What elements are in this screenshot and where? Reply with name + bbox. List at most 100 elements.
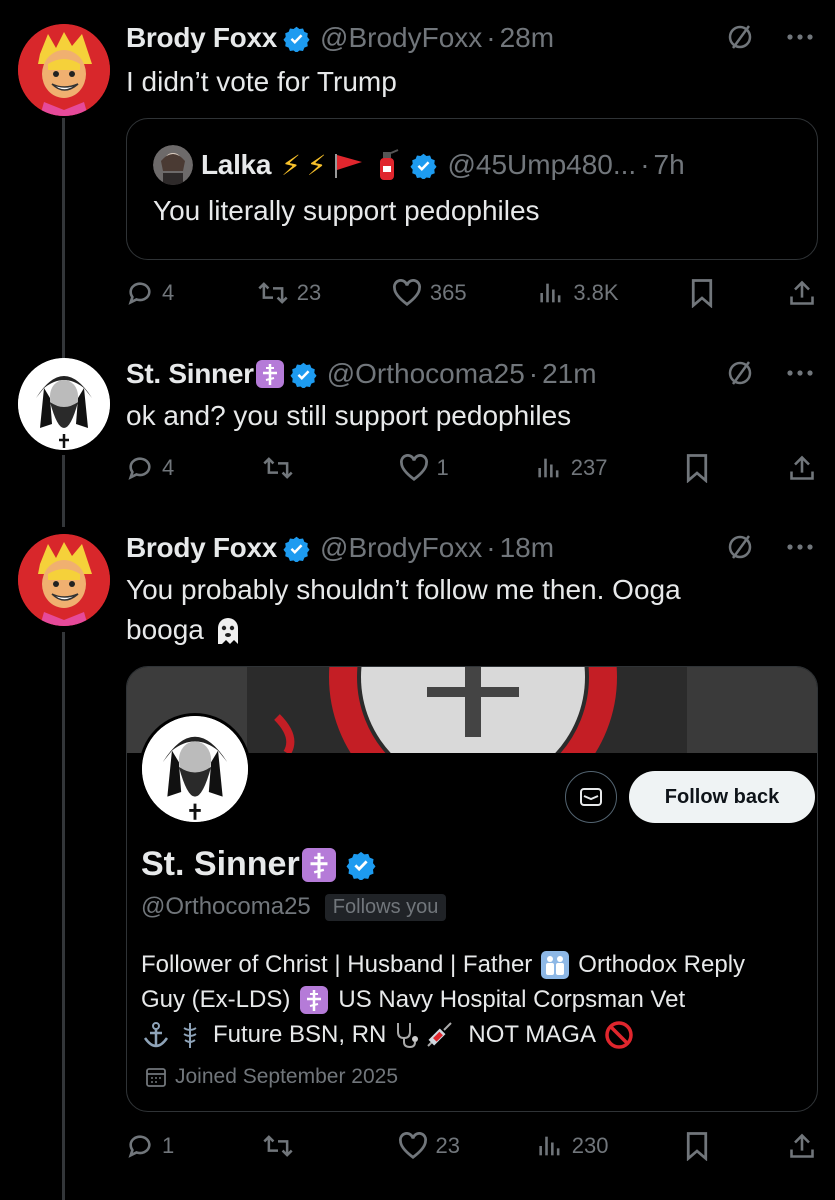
quoted-tweet[interactable]: Lalka ⚡ ⚡ @45Ump480... · 7h You literall… bbox=[126, 118, 818, 260]
verified-badge-icon bbox=[410, 153, 438, 179]
bio-text: Orthodox Reply bbox=[578, 951, 746, 978]
timestamp[interactable]: 21m bbox=[542, 358, 596, 390]
action-bar: 4 23 365 3.8K bbox=[126, 273, 816, 313]
orthodox-cross-icon bbox=[300, 985, 329, 1014]
calendar-icon bbox=[146, 1068, 166, 1087]
lightning-icon: ⚡ bbox=[306, 149, 327, 181]
profile-card[interactable]: Follow back St. Sinner @Orthocoma25 Foll… bbox=[126, 666, 818, 1112]
repost-icon bbox=[263, 457, 293, 479]
reply-count: 4 bbox=[162, 455, 175, 480]
orthodox-cross-icon bbox=[255, 360, 284, 388]
repost-icon bbox=[258, 282, 288, 304]
quoted-display-name[interactable]: Lalka bbox=[201, 149, 271, 181]
share-button[interactable] bbox=[788, 278, 816, 308]
views-button[interactable]: 237 bbox=[535, 454, 608, 482]
reply-icon bbox=[128, 457, 151, 480]
repost-button[interactable] bbox=[262, 1132, 322, 1160]
grok-icon[interactable] bbox=[725, 358, 755, 388]
ghost-icon bbox=[217, 618, 238, 644]
red-flag-icon bbox=[335, 154, 363, 178]
profile-name: St. Sinner bbox=[141, 845, 300, 883]
share-button[interactable] bbox=[788, 1131, 816, 1161]
like-count: 23 bbox=[435, 1133, 460, 1158]
verified-badge-icon bbox=[283, 26, 310, 52]
family-icon bbox=[541, 950, 570, 979]
profile-handle: @Orthocoma25 bbox=[141, 893, 311, 920]
message-button[interactable] bbox=[565, 771, 617, 823]
handle[interactable]: @BrodyFoxx bbox=[320, 22, 482, 54]
action-bar: 4 1 237 bbox=[126, 448, 816, 488]
more-icon[interactable] bbox=[785, 32, 815, 42]
repost-button[interactable] bbox=[262, 454, 322, 482]
avatar[interactable] bbox=[18, 534, 110, 626]
action-bar: 1 23 230 bbox=[126, 1126, 816, 1166]
tweet[interactable]: Brody Foxx @BrodyFoxx · 28m I didn’t vot… bbox=[0, 18, 835, 338]
share-button[interactable] bbox=[788, 453, 816, 483]
display-name[interactable]: Brody Foxx bbox=[126, 22, 277, 54]
reply-icon bbox=[128, 1135, 151, 1158]
handle[interactable]: @BrodyFoxx bbox=[320, 532, 482, 564]
display-name[interactable]: Brody Foxx bbox=[126, 532, 277, 564]
repost-count: 23 bbox=[296, 280, 322, 305]
avatar[interactable] bbox=[153, 145, 193, 185]
more-icon[interactable] bbox=[785, 368, 815, 378]
tweet-header: Brody Foxx @BrodyFoxx · 28m bbox=[126, 18, 815, 58]
grok-icon[interactable] bbox=[725, 22, 755, 52]
verified-badge-icon bbox=[283, 536, 310, 562]
bookmark-button[interactable] bbox=[689, 278, 717, 308]
bio-text: Future BSN, RN bbox=[213, 1021, 387, 1048]
bookmark-button[interactable] bbox=[684, 453, 712, 483]
reply-button[interactable]: 4 bbox=[126, 279, 186, 307]
bio-text: Guy (Ex-LDS) bbox=[141, 986, 291, 1013]
quoted-handle[interactable]: @45Ump480... bbox=[447, 149, 636, 181]
follow-back-button[interactable]: Follow back bbox=[629, 771, 815, 823]
handle[interactable]: @Orthocoma25 bbox=[327, 358, 525, 390]
separator-dot: · bbox=[486, 22, 496, 53]
tweet[interactable]: Brody Foxx @BrodyFoxx · 18m You probably… bbox=[0, 528, 835, 1188]
like-button[interactable]: 365 bbox=[392, 279, 467, 307]
orthodox-cross-icon bbox=[301, 847, 336, 882]
reply-icon bbox=[128, 282, 151, 305]
grok-icon[interactable] bbox=[725, 532, 755, 562]
bio-text: Follower of Christ | Husband | Father bbox=[141, 951, 533, 978]
more-icon[interactable] bbox=[785, 542, 815, 552]
views-button[interactable]: 230 bbox=[536, 1132, 608, 1160]
views-count: 237 bbox=[570, 455, 608, 480]
views-icon bbox=[538, 458, 559, 478]
fire-extinguisher-icon bbox=[380, 149, 399, 180]
bookmark-icon bbox=[686, 454, 707, 483]
bio-text: NOT MAGA bbox=[468, 1021, 596, 1048]
reply-button[interactable]: 1 bbox=[126, 1132, 186, 1160]
heart-icon bbox=[392, 279, 421, 306]
share-icon bbox=[790, 1133, 814, 1158]
stethoscope-icon bbox=[397, 1022, 419, 1048]
quoted-timestamp[interactable]: 7h bbox=[654, 149, 685, 181]
views-button[interactable]: 3.8K bbox=[537, 279, 619, 307]
tweet-text-line: booga bbox=[126, 614, 204, 645]
avatar[interactable] bbox=[18, 358, 110, 450]
timestamp[interactable]: 28m bbox=[500, 22, 554, 54]
timestamp[interactable]: 18m bbox=[500, 532, 554, 564]
bookmark-icon bbox=[692, 279, 713, 308]
share-icon bbox=[790, 280, 814, 305]
reply-count: 1 bbox=[162, 1133, 175, 1158]
quoted-text: You literally support pedophiles bbox=[153, 195, 540, 226]
joined-date: Joined September 2025 bbox=[175, 1065, 398, 1088]
verified-badge-icon bbox=[346, 851, 376, 880]
views-icon bbox=[539, 1136, 560, 1156]
tweet-text: I didn’t vote for Trump bbox=[126, 66, 397, 97]
verified-badge-icon bbox=[290, 362, 317, 388]
share-icon bbox=[790, 455, 814, 480]
repost-button[interactable]: 23 bbox=[257, 279, 321, 307]
like-button[interactable]: 1 bbox=[399, 454, 459, 482]
like-button[interactable]: 23 bbox=[398, 1132, 460, 1160]
display-name[interactable]: St. Sinner bbox=[126, 358, 254, 390]
heart-icon bbox=[399, 454, 428, 481]
bookmark-button[interactable] bbox=[684, 1131, 712, 1161]
avatar[interactable] bbox=[18, 24, 110, 116]
profile-avatar[interactable] bbox=[139, 713, 251, 825]
reply-button[interactable]: 4 bbox=[126, 454, 186, 482]
tweet[interactable]: St. Sinner @Orthocoma25 · 21m ok and? yo… bbox=[0, 354, 835, 514]
separator-dot: · bbox=[486, 532, 496, 563]
mail-icon bbox=[580, 788, 602, 806]
